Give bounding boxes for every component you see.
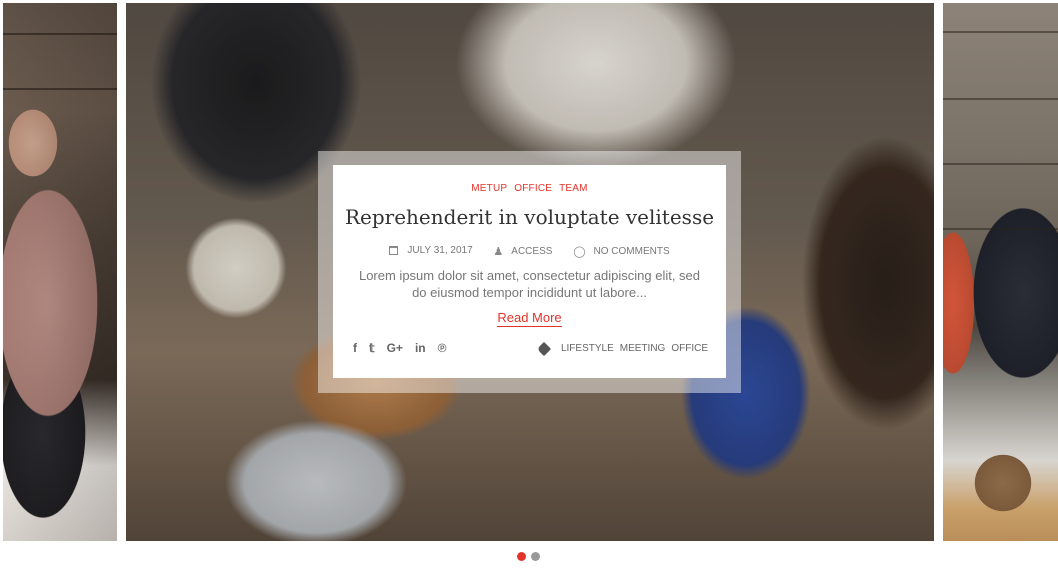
comment-icon: ◯ [573, 246, 586, 258]
tag-link[interactable]: MEETING [620, 343, 666, 354]
twitter-icon[interactable]: 𝕥 [369, 341, 375, 355]
user-icon: ♟ [493, 246, 504, 258]
tag-icon [536, 341, 552, 356]
post-author-text: ACCESS [511, 246, 553, 257]
slider-pagination [517, 552, 540, 561]
post-author[interactable]: ♟ ACCESS [493, 245, 552, 258]
slider-dot[interactable] [531, 552, 540, 561]
facebook-icon[interactable]: f [353, 341, 357, 355]
post-excerpt: Lorem ipsum dolor sit amet, consectetur … [358, 268, 701, 300]
pinterest-icon[interactable]: ℗ [438, 341, 447, 355]
category-link[interactable]: OFFICE [514, 183, 552, 194]
category-link[interactable]: TEAM [559, 183, 588, 194]
post-title[interactable]: Reprehenderit in voluptate velitesse [333, 205, 726, 229]
post-meta: JULY 31, 2017 ♟ ACCESS ◯ NO COMMENTS [333, 245, 726, 258]
post-card: METUP OFFICE TEAM Reprehenderit in volup… [333, 165, 726, 378]
post-tags: LIFESTYLE MEETING OFFICE [536, 341, 708, 356]
google-plus-icon[interactable]: G+ [387, 341, 403, 355]
slide-next-image[interactable] [943, 3, 1058, 541]
post-comments-text: NO COMMENTS [593, 246, 670, 257]
post-date: JULY 31, 2017 [389, 245, 473, 256]
post-comments[interactable]: ◯ NO COMMENTS [573, 245, 669, 258]
tag-link[interactable]: LIFESTYLE [561, 343, 614, 354]
linkedin-icon[interactable]: in [415, 341, 426, 355]
slider-dot-active[interactable] [517, 552, 526, 561]
social-share-icons: f 𝕥 G+ in ℗ [353, 341, 458, 355]
tag-link[interactable]: OFFICE [671, 343, 708, 354]
category-link[interactable]: METUP [471, 183, 507, 194]
post-categories: METUP OFFICE TEAM [333, 183, 726, 194]
read-more-wrapper: Read More [333, 310, 726, 327]
calendar-icon [389, 246, 399, 255]
post-date-text: JULY 31, 2017 [407, 245, 473, 256]
slide-prev-image[interactable] [3, 3, 117, 541]
read-more-link[interactable]: Read More [497, 310, 562, 327]
